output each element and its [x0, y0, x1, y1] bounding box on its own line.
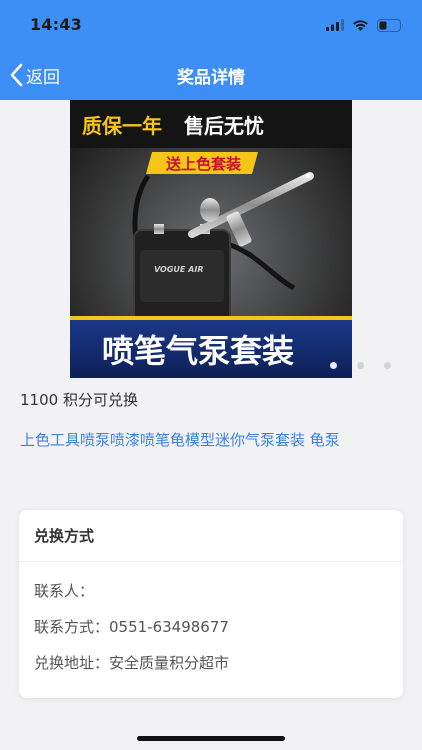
battery-icon: [377, 18, 403, 32]
banner-tag: 送上色套装: [165, 155, 242, 173]
nav-bar: 返回 奖品详情: [0, 50, 422, 100]
banner-bottom: 喷笔气泵套装: [102, 332, 294, 370]
status-bar: 14:43: [0, 0, 422, 50]
status-time: 14:43: [30, 15, 82, 34]
contact-person: 联系人：: [34, 582, 95, 600]
banner-top-left: 质保一年: [82, 114, 162, 138]
status-icons: [326, 17, 404, 33]
product-image: 质保一年 售后无忧 送上色套装 VOGUE AIR 喷笔气泵套装: [70, 100, 352, 378]
wifi-icon: [353, 20, 368, 31]
banner-brand: VOGUE AIR: [154, 265, 204, 274]
exchange-title: 兑换方式: [19, 510, 403, 562]
banner-top-right: 售后无忧: [184, 114, 264, 138]
carousel-indicator: [330, 362, 391, 369]
product-name: 上色工具喷泵喷漆喷笔龟模型迷你气泵套装 龟泵: [20, 431, 340, 449]
page-title: 奖品详情: [177, 68, 245, 88]
contact-phone[interactable]: 联系方式：0551-63498677: [34, 616, 229, 637]
points-required: 1100 积分可兑换: [20, 391, 138, 409]
carousel-dot[interactable]: [384, 362, 391, 369]
home-indicator: [137, 736, 285, 741]
exchange-address: 兑换地址：安全质量积分超市: [34, 654, 230, 672]
header: 14:43 返回 奖品详情: [0, 0, 422, 100]
signal-icon: [326, 19, 344, 31]
exchange-card: 兑换方式 联系人： 联系方式：0551-63498677 兑换地址：安全质量积分…: [19, 510, 403, 698]
carousel-dot[interactable]: [357, 362, 364, 369]
carousel-dot[interactable]: [330, 362, 337, 369]
image-carousel[interactable]: 质保一年 售后无忧 送上色套装 VOGUE AIR 喷笔气泵套装: [0, 100, 422, 378]
